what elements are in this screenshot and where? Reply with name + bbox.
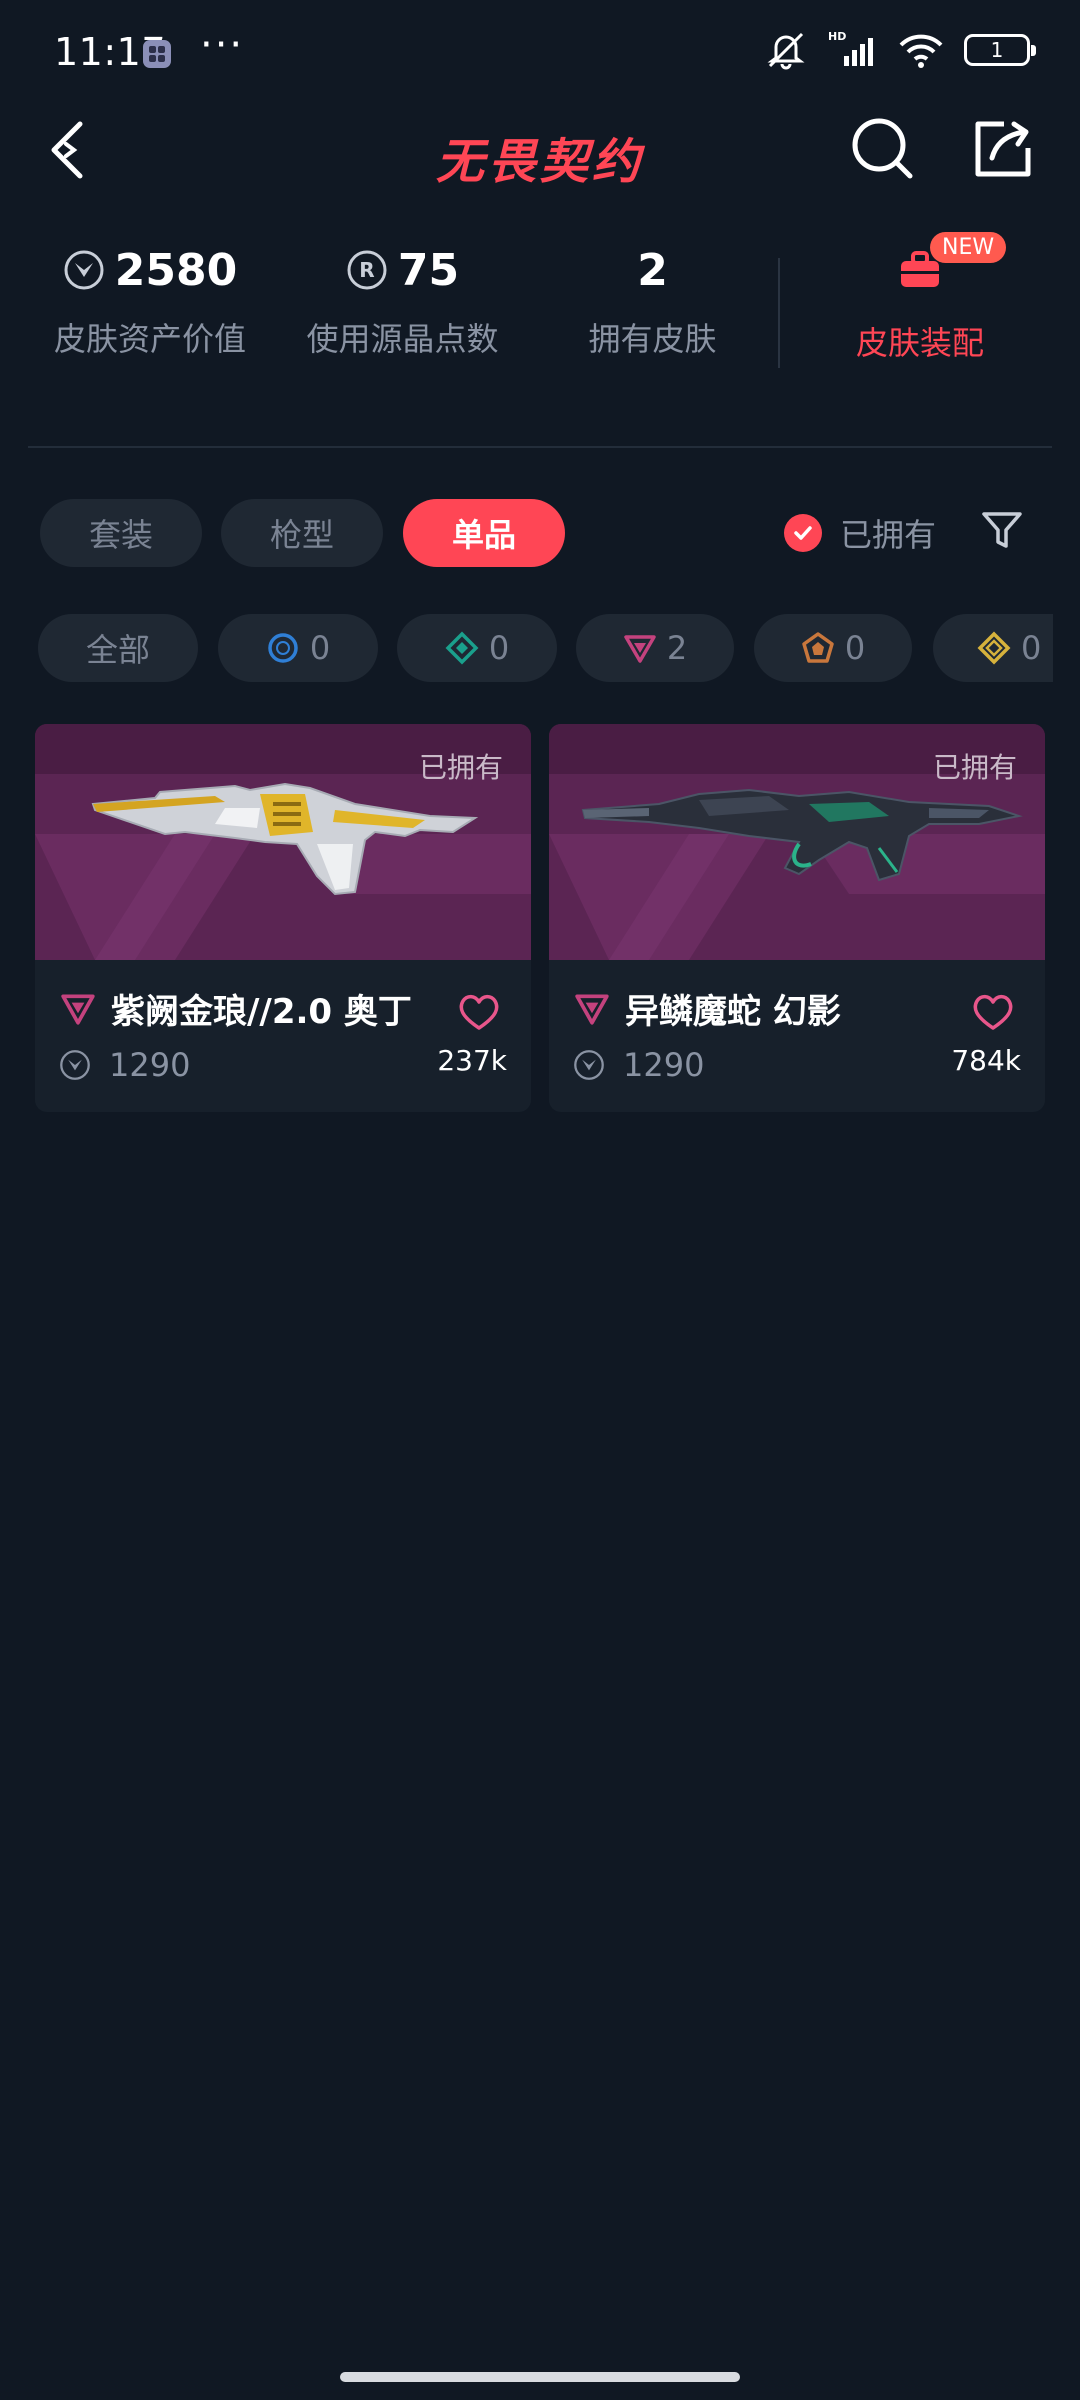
like-count: 237k (437, 1044, 507, 1077)
svg-text:R: R (359, 258, 374, 282)
valorant-points-icon (574, 1050, 604, 1080)
status-bar: 11:17 ··· HD 1 (0, 0, 1080, 100)
skin-price-row: 1290 (573, 1046, 704, 1084)
chip-deluxe-tier[interactable]: 0 (397, 614, 557, 682)
premium-tier-count: 2 (666, 629, 688, 667)
skin-name-row: 紫阙金琅//2.0 奥丁 (59, 984, 412, 1033)
network-type-label: HD (828, 30, 846, 43)
skin-price: 1290 (109, 1046, 191, 1084)
skin-card[interactable]: 已拥有 紫阙金琅//2.0 奥丁 1290 237k (35, 724, 531, 1112)
skin-name-row: 异鳞魔蛇 幻影 (573, 984, 841, 1033)
premium-tier-icon (575, 993, 609, 1025)
battery-level: 1 (990, 38, 1004, 62)
status-icons: HD 1 (764, 30, 1036, 70)
chip-all-label: 全部 (85, 631, 150, 669)
back-button[interactable] (40, 114, 100, 186)
stat-asset-value: 2580 皮肤资产价值 (50, 240, 250, 360)
tab-weapon-types[interactable]: 枪型 (221, 499, 383, 567)
ultra-tier-icon (977, 631, 1011, 665)
owned-filter-toggle[interactable]: 已拥有 (784, 510, 936, 556)
radianite-icon: R (347, 250, 387, 290)
exclusive-tier-icon (802, 632, 834, 663)
checked-icon (784, 514, 822, 552)
exclusive-tier-count: 0 (844, 629, 866, 667)
valorant-logo: 无畏契约 (435, 134, 645, 190)
deluxe-tier-icon (445, 631, 479, 665)
owned-filter-label: 已拥有 (840, 516, 937, 554)
tab-bundles-label: 套装 (88, 516, 153, 554)
heart-icon[interactable] (971, 992, 1015, 1032)
like-count: 784k (951, 1044, 1021, 1077)
share-button[interactable] (968, 114, 1038, 184)
search-button[interactable] (848, 114, 918, 184)
valorant-points-icon (60, 1050, 90, 1080)
tab-single-items[interactable]: 单品 (403, 499, 565, 567)
asset-value: 2580 (114, 244, 238, 296)
deluxe-tier-count: 0 (488, 629, 510, 667)
skin-price-row: 1290 (59, 1046, 190, 1084)
radianite-points: 75 (397, 244, 460, 296)
battery-icon: 1 (964, 34, 1036, 66)
owned-label: 已拥有 (932, 751, 1017, 784)
select-tier-count: 0 (309, 629, 331, 667)
chip-all[interactable]: 全部 (38, 614, 198, 682)
wifi-icon (899, 34, 943, 68)
section-divider (28, 446, 1052, 448)
filter-icon[interactable] (980, 508, 1024, 552)
more-notifications-icon: ··· (200, 22, 245, 68)
collection-stats: 2580 皮肤资产价值 R 75 使用源晶点数 2 拥有皮肤 NEW 皮肤装配 (0, 232, 1080, 400)
skin-name: 紫阙金琅//2.0 奥丁 (111, 992, 412, 1032)
premium-tier-icon (61, 993, 95, 1025)
skin-equip-button[interactable]: NEW 皮肤装配 (820, 232, 1020, 364)
skin-equip-label: 皮肤装配 (855, 324, 984, 362)
tab-bundles[interactable]: 套装 (40, 499, 202, 567)
chip-premium-tier[interactable]: 2 (576, 614, 734, 682)
heart-icon[interactable] (457, 992, 501, 1032)
skin-price: 1290 (623, 1046, 705, 1084)
stat-radianite-points: R 75 使用源晶点数 (300, 240, 505, 360)
app-notification-icon (143, 40, 171, 68)
stat-owned-skins: 2 拥有皮肤 (570, 240, 735, 360)
app-header: 无畏契约 (0, 100, 1080, 200)
premium-tier-icon (624, 635, 656, 663)
owned-skins-label: 拥有皮肤 (588, 320, 717, 358)
skin-card[interactable]: 已拥有 异鳞魔蛇 幻影 1290 784k (549, 724, 1045, 1112)
chip-select-tier[interactable]: 0 (218, 614, 378, 682)
asset-value-label: 皮肤资产价值 (53, 320, 246, 358)
chip-ultra-tier[interactable]: 0 (933, 614, 1053, 682)
radianite-points-label: 使用源晶点数 (306, 320, 499, 358)
tab-weapon-types-label: 枪型 (269, 516, 334, 554)
home-indicator[interactable] (340, 2372, 740, 2382)
chip-exclusive-tier[interactable]: 0 (754, 614, 912, 682)
skin-name: 异鳞魔蛇 幻影 (625, 992, 841, 1032)
select-tier-icon (268, 633, 298, 663)
tab-single-items-label: 单品 (451, 516, 516, 554)
stats-divider (778, 258, 780, 368)
owned-skins-count: 2 (637, 244, 668, 296)
mute-icon (767, 32, 805, 70)
signal-icon: HD (828, 30, 873, 66)
owned-label: 已拥有 (418, 751, 503, 784)
new-badge: NEW (930, 232, 1007, 263)
ultra-tier-count: 0 (1021, 629, 1042, 667)
valorant-points-icon (64, 250, 104, 290)
